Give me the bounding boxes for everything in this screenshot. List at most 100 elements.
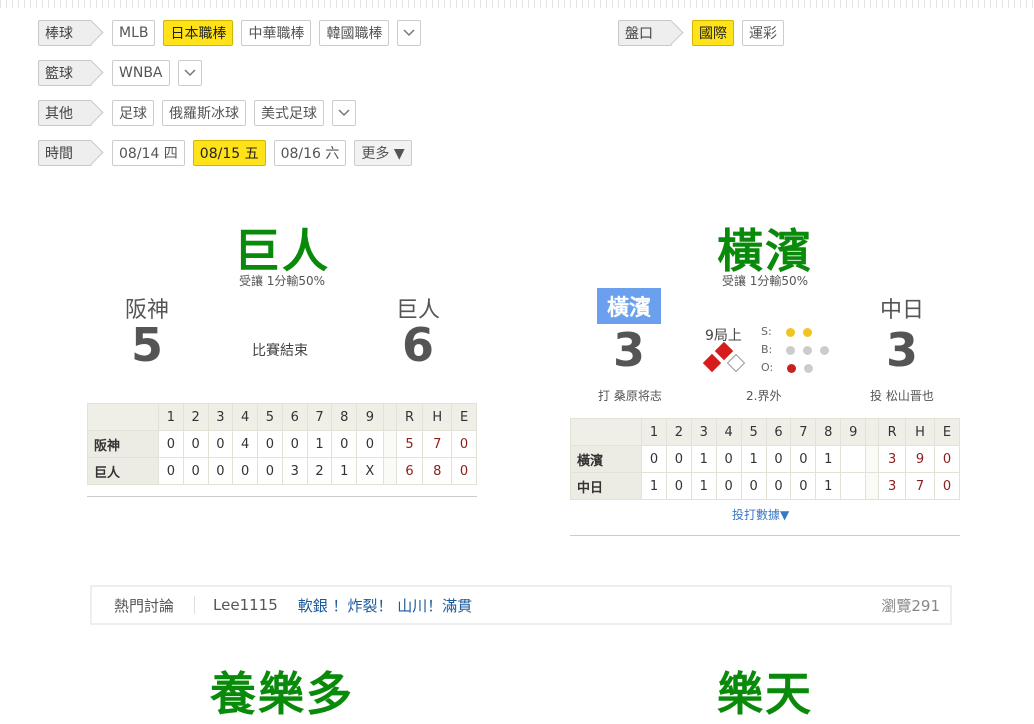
inning-cell: 2 [306, 457, 333, 485]
inning-cell: 0 [182, 430, 209, 458]
date-0816[interactable]: 08/16 六 [273, 140, 347, 166]
runs-cell: 5 [395, 430, 424, 458]
hits-cell: 7 [422, 430, 453, 458]
chevron-down-icon [403, 29, 416, 37]
inning-cell: 0 [790, 472, 817, 500]
gap-cell [865, 418, 880, 446]
hits-cell: 7 [905, 472, 936, 500]
errors-cell: 0 [934, 445, 960, 473]
inning-head: 5 [740, 418, 767, 446]
linescore-table: 1 2 3 4 5 6 7 8 9 R H E 橫濱 0 0 1 0 1 0 0… [570, 418, 960, 500]
filter-row-other: 其他 足球 俄羅斯冰球 美式足球 [38, 100, 356, 126]
batting-stats-link[interactable]: 投打數據▼ [732, 506, 789, 523]
table-row: 橫濱 0 0 1 0 1 0 0 1 3 9 0 [570, 445, 960, 473]
other-expand-button[interactable] [332, 100, 356, 126]
inning-cell: 1 [306, 430, 333, 458]
linescore-table: 1 2 3 4 5 6 7 8 9 R H E 阪神 0 0 0 4 0 0 1… [87, 403, 477, 485]
inning-head: 9 [840, 418, 867, 446]
chip-khl[interactable]: 俄羅斯冰球 [162, 100, 246, 126]
table-row: 阪神 0 0 0 4 0 0 1 0 0 5 7 0 [87, 430, 477, 458]
current-batter: 打 桑原将志 [598, 389, 662, 403]
baseball-expand-button[interactable] [397, 20, 422, 46]
inning-head: 4 [715, 418, 742, 446]
inning-head: 8 [331, 403, 358, 431]
inning-cell: 0 [740, 472, 767, 500]
inning-cell: 0 [641, 445, 667, 473]
inning-cell: 1 [815, 472, 842, 500]
row-team: 橫濱 [570, 445, 642, 473]
gap-cell [382, 457, 397, 485]
inning-cell: 0 [790, 445, 817, 473]
gap-cell [865, 472, 880, 500]
inning-cell: 0 [715, 445, 742, 473]
chip-mlb[interactable]: MLB [112, 20, 156, 46]
out-label: O: [761, 361, 774, 374]
view-count: 瀏覽291 [881, 596, 940, 615]
inning-cell: 0 [356, 430, 384, 458]
home-score: 3 [885, 323, 918, 377]
handicap-text: 受讓 1分輸50% [721, 274, 809, 288]
next-game-pick-left: 養樂多 [210, 667, 354, 721]
gap-cell [865, 445, 880, 473]
chip-sports-lottery[interactable]: 運彩 [742, 20, 784, 46]
filter-label-odds: 盤口 [618, 20, 672, 46]
chip-wnba[interactable]: WNBA [112, 60, 170, 86]
row-team: 巨人 [87, 457, 159, 485]
table-row: 中日 1 0 1 0 0 0 0 1 3 7 0 [570, 472, 960, 500]
out-dot [804, 363, 814, 373]
ball-dot [820, 345, 830, 355]
strike-dot [802, 327, 812, 337]
discussion-user[interactable]: Lee1115 [213, 596, 278, 614]
inning-cell: 0 [665, 472, 692, 500]
filter-row-odds: 盤口 國際 運彩 [618, 20, 784, 46]
inning-cell: 0 [715, 472, 742, 500]
chip-soccer[interactable]: 足球 [112, 100, 154, 126]
gap-cell [382, 430, 397, 458]
inning-cell: 1 [641, 472, 667, 500]
basketball-expand-button[interactable] [177, 60, 202, 86]
table-row: 巨人 0 0 0 0 0 3 2 1 X 6 8 0 [87, 457, 477, 485]
inning-cell: 1 [331, 457, 358, 485]
handicap-text: 受讓 1分輸50% [238, 274, 326, 288]
away-team-batting: 橫濱 [597, 288, 661, 324]
inning-cell: 0 [158, 430, 184, 458]
inning-cell: 0 [207, 430, 234, 458]
strike-dot [785, 327, 795, 337]
errors-cell: 0 [934, 472, 960, 500]
discussion-title-link[interactable]: 軟銀 ！炸裂！ 山川！滿貫 [298, 595, 473, 616]
date-0814[interactable]: 08/14 四 [112, 140, 185, 166]
inning-cell: 1 [690, 472, 717, 500]
rhe-head: E [451, 403, 477, 431]
ball-label: B: [761, 343, 773, 356]
inning-cell: 3 [281, 457, 308, 485]
chip-american-football[interactable]: 美式足球 [254, 100, 324, 126]
inning-cell: 0 [182, 457, 209, 485]
rhe-head: H [905, 418, 936, 446]
chip-npb[interactable]: 日本職棒 [163, 20, 234, 46]
inning-head: 9 [356, 403, 384, 431]
filter-label-other: 其他 [38, 100, 92, 126]
inning-cell: 0 [765, 472, 792, 500]
errors-cell: 0 [451, 457, 477, 485]
inning-head: 6 [281, 403, 308, 431]
last-play: 2.界外 [746, 389, 782, 403]
date-0815[interactable]: 08/15 五 [192, 140, 266, 166]
inning-cell: 0 [257, 430, 283, 458]
chip-kbo[interactable]: 韓國職棒 [319, 20, 390, 46]
away-score: 5 [130, 318, 163, 372]
inning-head: 1 [158, 403, 184, 431]
current-pitcher: 投 松山晋也 [870, 389, 934, 403]
game-status: 比賽結束 [252, 343, 308, 359]
row-team: 中日 [570, 472, 642, 500]
inning-cell: 0 [257, 457, 283, 485]
inning-head: 5 [257, 403, 283, 431]
bases-diamond-icon [702, 342, 746, 373]
more-dates-button[interactable]: 更多 ▼ [354, 140, 412, 166]
inning-cell: 0 [281, 430, 308, 458]
inning-cell: 0 [765, 445, 792, 473]
home-score: 6 [401, 318, 434, 372]
hits-cell: 9 [905, 445, 936, 473]
filter-row-basketball: 籃球 WNBA [38, 60, 202, 86]
chip-cpbl[interactable]: 中華職棒 [241, 20, 312, 46]
chip-international[interactable]: 國際 [692, 20, 734, 46]
